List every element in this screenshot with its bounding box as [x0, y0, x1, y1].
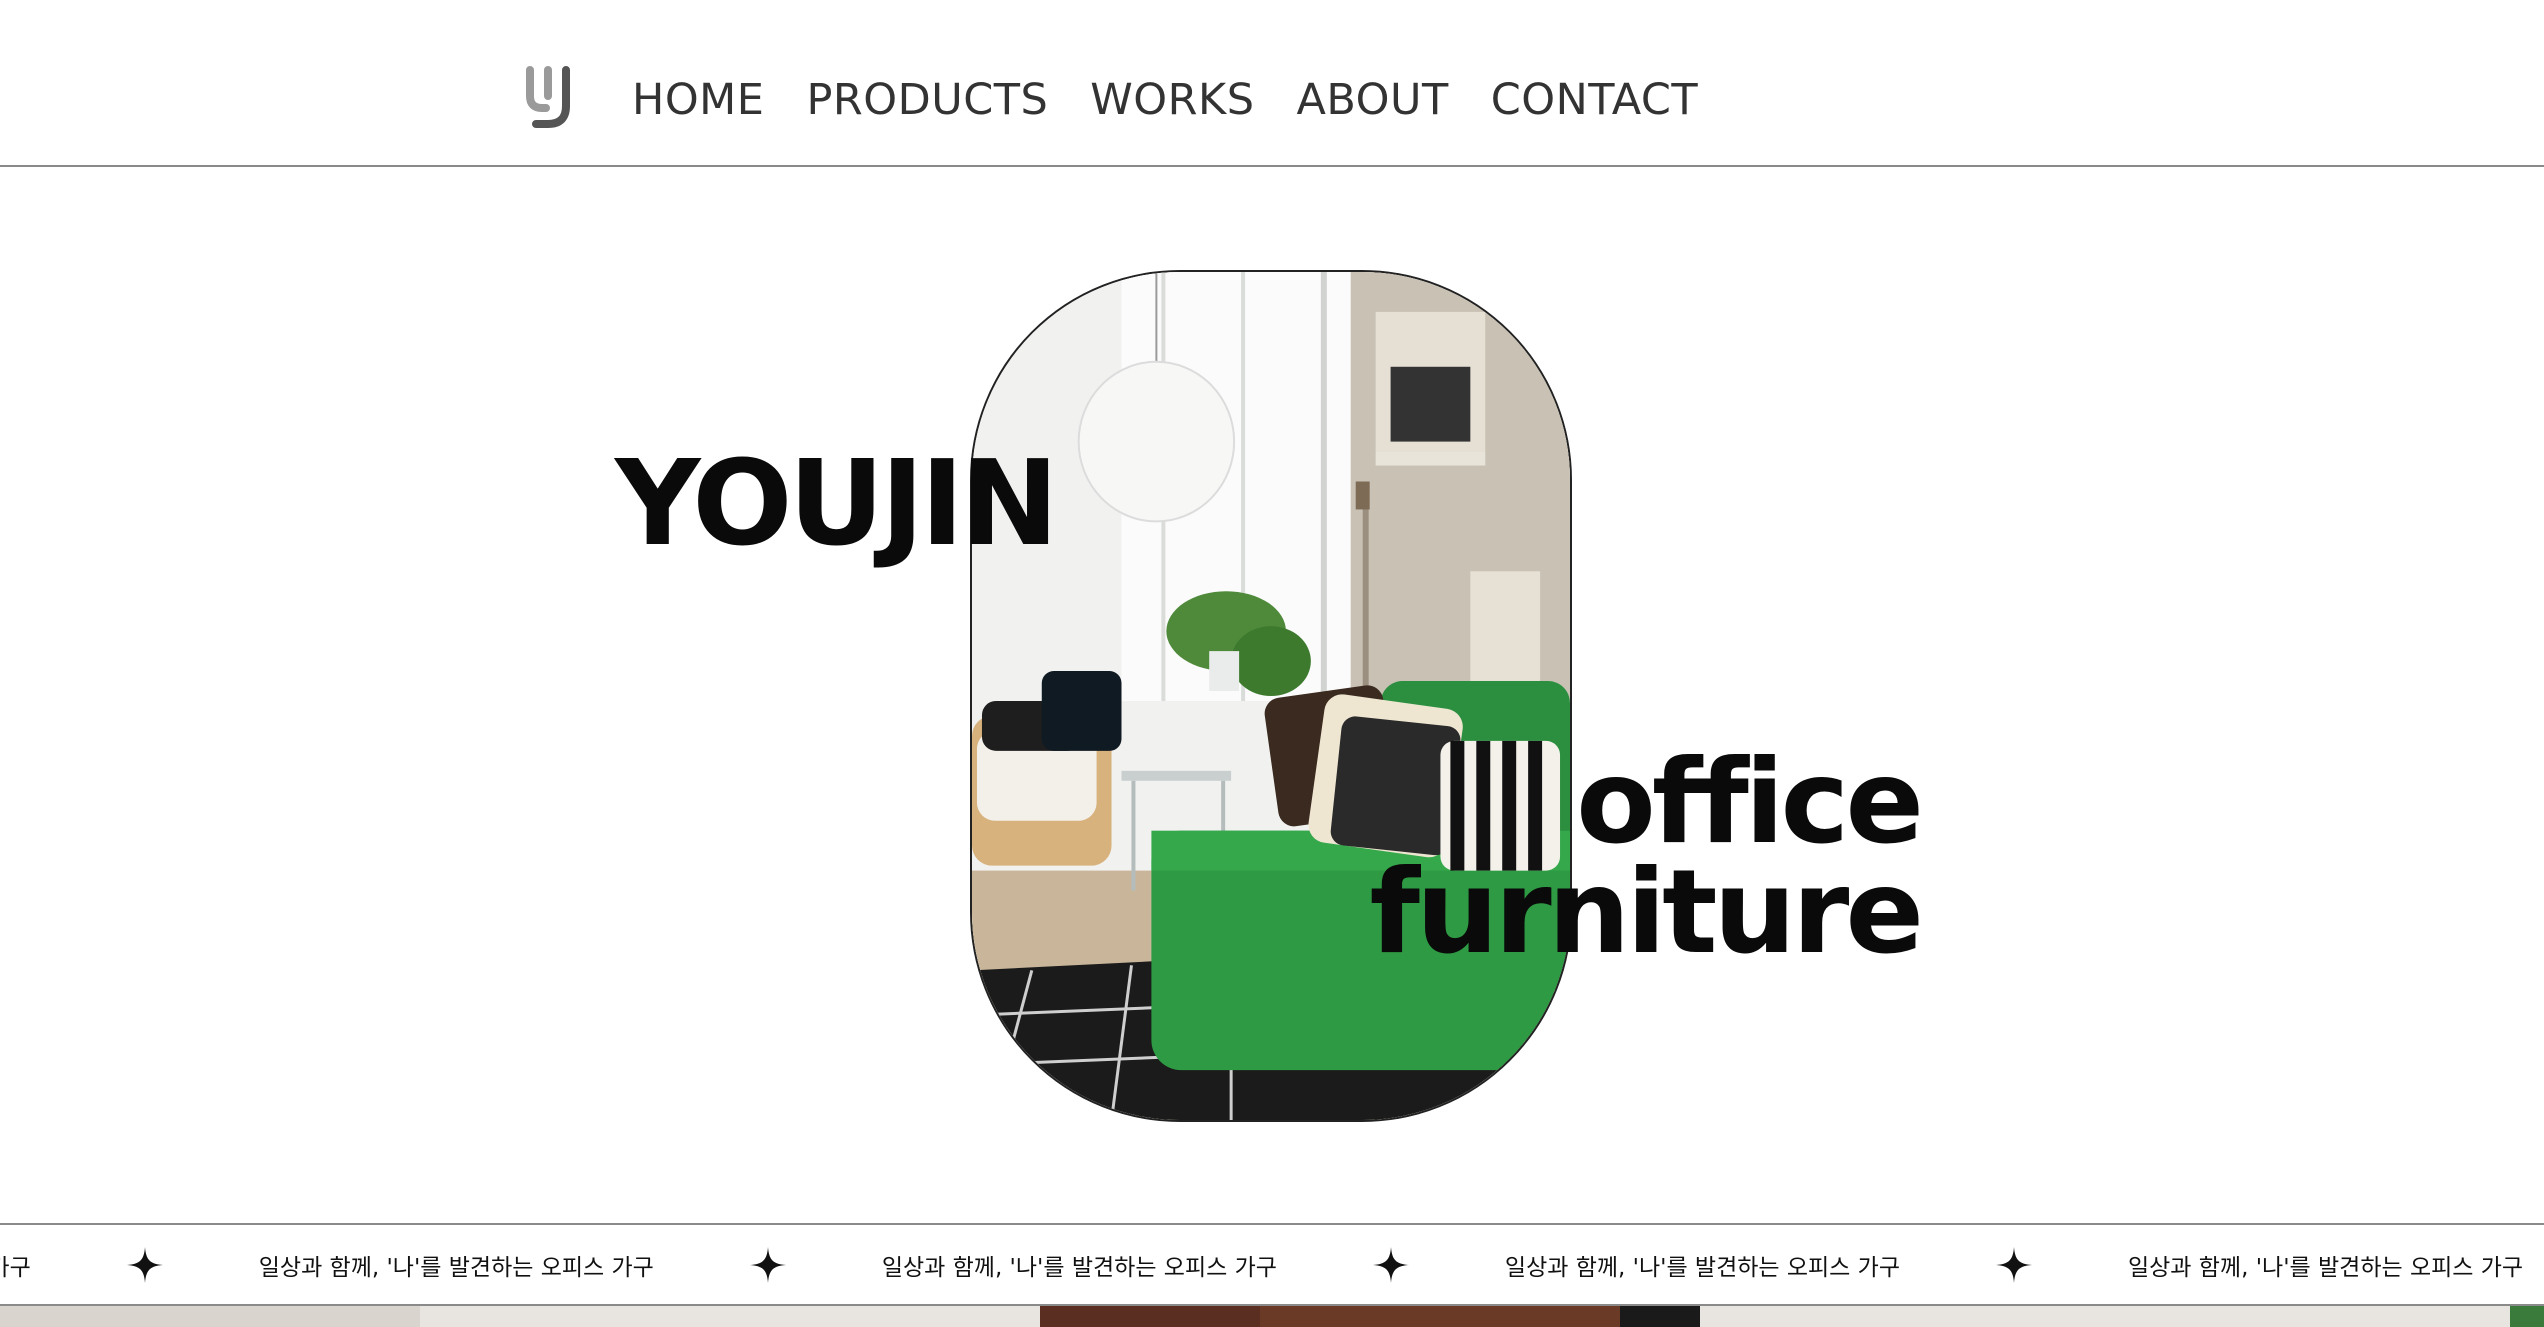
hero-subtitle: office furniture [1369, 735, 1924, 980]
marquee-track: 하는 오피스 가구 일상과 함께, '나'를 발견하는 오피스 가구 일상과 함… [0, 1225, 2544, 1304]
hero-title-youjin: YOUJIN [615, 434, 1059, 572]
marquee-item: 일상과 함께, '나'를 발견하는 오피스 가구 [1457, 1246, 2080, 1283]
logo-icon[interactable] [526, 66, 578, 130]
hero-subtitle-line1: office [1576, 735, 1924, 870]
marquee-band: 하는 오피스 가구 일상과 함께, '나'를 발견하는 오피스 가구 일상과 함… [0, 1223, 2544, 1306]
marquee-text: 일상과 함께, '나'를 발견하는 오피스 가구 [881, 1254, 1277, 1281]
nav-home[interactable]: HOME [632, 72, 764, 128]
nav-works[interactable]: WORKS [1090, 72, 1254, 128]
hero-living-room-image [970, 270, 1572, 1122]
four-point-star-icon [1995, 1246, 2032, 1283]
four-point-star-icon [749, 1246, 786, 1283]
marquee-item: 일상과 함께, '나'를 발견하는 오피스 가구 [2080, 1247, 2544, 1283]
four-point-star-icon [1372, 1246, 1409, 1283]
marquee-text-fragment: 하는 오피스 가구 [0, 1254, 31, 1281]
marquee-item: 일상과 함께, '나'를 발견하는 오피스 가구 [211, 1246, 834, 1283]
nav-about[interactable]: ABOUT [1297, 72, 1449, 128]
main-nav: HOME PRODUCTS WORKS ABOUT CONTACT [632, 72, 1698, 128]
nav-contact[interactable]: CONTACT [1491, 72, 1698, 128]
nav-products[interactable]: PRODUCTS [806, 72, 1048, 128]
marquee-text: 일상과 함께, '나'를 발견하는 오피스 가구 [1504, 1254, 1900, 1281]
marquee-item: 하는 오피스 가구 [0, 1246, 211, 1283]
marquee-item: 일상과 함께, '나'를 발견하는 오피스 가구 [834, 1246, 1457, 1283]
site-header: HOME PRODUCTS WORKS ABOUT CONTACT [0, 0, 2544, 167]
four-point-star-icon [126, 1246, 163, 1283]
marquee-text: 일상과 함께, '나'를 발견하는 오피스 가구 [258, 1254, 654, 1281]
hero-subtitle-line2: furniture [1369, 845, 1924, 980]
next-section-image-peek [0, 1306, 2544, 1327]
marquee-text: 일상과 함께, '나'를 발견하는 오피스 가구 [2127, 1254, 2524, 1281]
